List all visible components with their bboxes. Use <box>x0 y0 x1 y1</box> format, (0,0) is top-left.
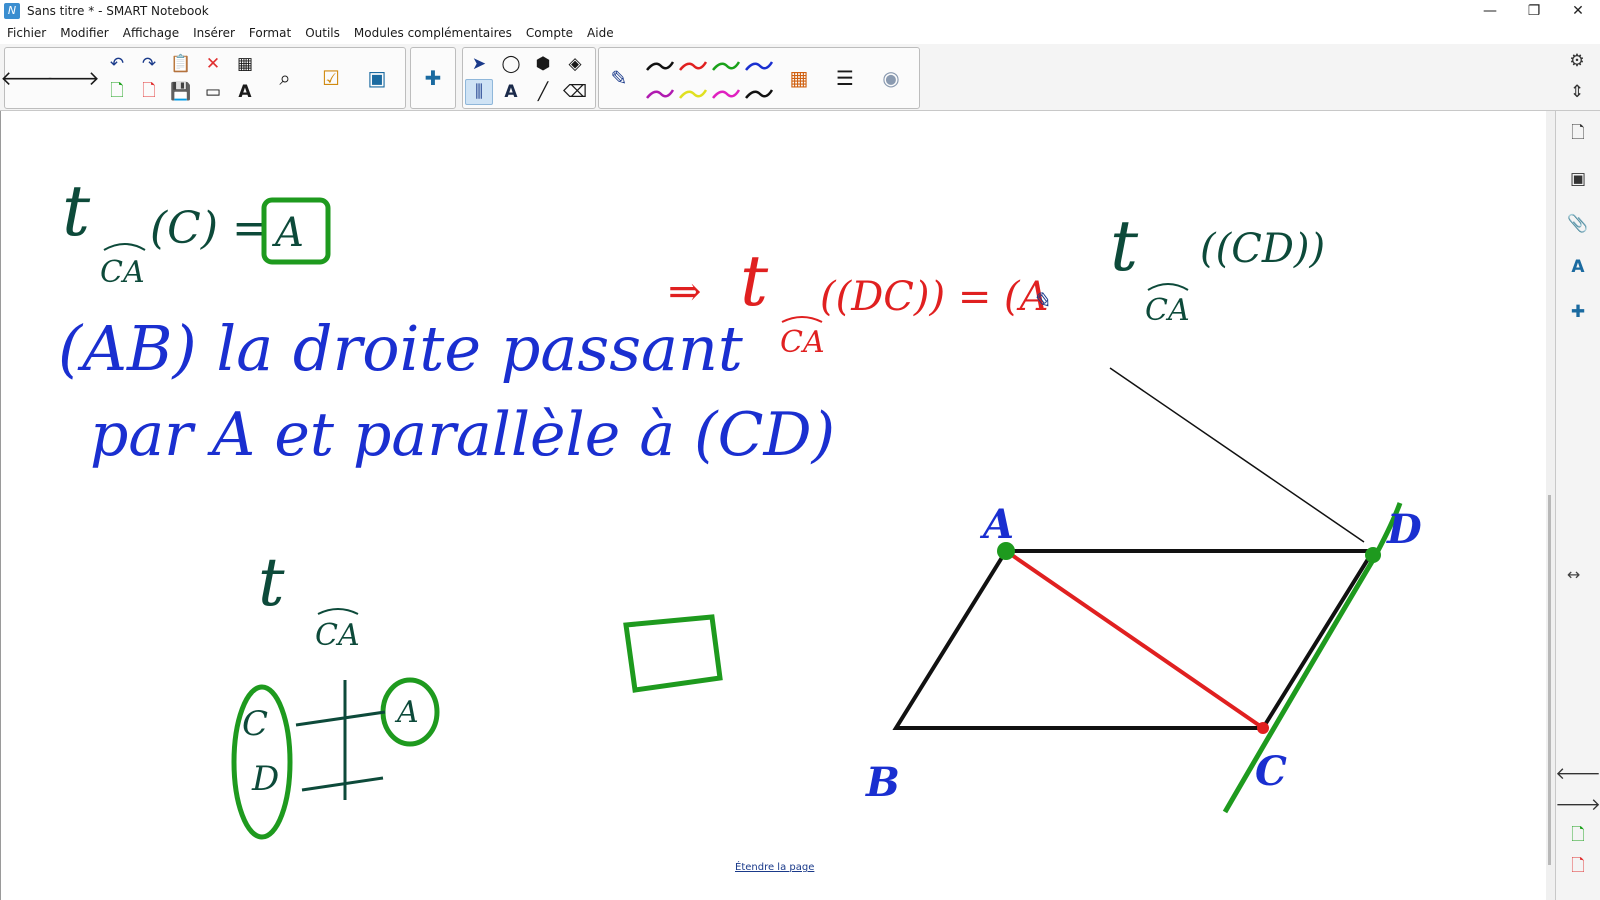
hw-red-rest: ((DC)) = (A <box>820 274 1049 320</box>
sidebar-resize-icon[interactable]: ↔ <box>1567 565 1580 584</box>
hw-set-d: D <box>251 759 279 799</box>
page-sorter-icon[interactable]: 🗋 <box>1563 119 1593 149</box>
label-a: A <box>979 501 1014 548</box>
sidebar-top: ⚙ ⇕ <box>1555 44 1600 110</box>
sidebar-delete-page-icon[interactable]: 🗋 <box>1563 852 1593 882</box>
point-d-dot <box>1365 547 1381 563</box>
move-toolbar-icon[interactable]: ⇕ <box>1562 77 1592 107</box>
hw-set-a: A <box>394 695 419 730</box>
sidebar-addons-icon[interactable]: ✚ <box>1563 297 1593 327</box>
hw-rest-1: (C) = <box>150 203 269 254</box>
hw-red-t: t <box>740 240 769 322</box>
ink-layer: t CA (C) = A (AB) la droite passant par … <box>58 170 1422 840</box>
hw-green-rectangle <box>623 614 723 693</box>
hw-diag-sub: CA <box>315 618 360 653</box>
hw-mapping-arrows <box>295 680 386 800</box>
settings-icon[interactable]: ⚙ <box>1562 46 1592 76</box>
hw-boxed-a: A <box>271 210 304 256</box>
hw-right-sub: CA <box>1145 293 1190 328</box>
properties-icon[interactable]: A <box>1563 252 1593 282</box>
hw-set-c: C <box>242 704 268 744</box>
hw-right-rest: ((CD)) <box>1200 226 1325 272</box>
hw-diag-vec-arrow <box>317 608 359 615</box>
close-button[interactable]: ✕ <box>1556 0 1600 22</box>
hw-right-vec-arrow <box>1147 283 1189 291</box>
label-b: B <box>865 759 900 806</box>
hw-sub-1: CA <box>100 255 145 290</box>
previous-page-icon[interactable]: 🡐 <box>1555 759 1600 789</box>
hw-red-vec-arrow <box>781 316 823 323</box>
hw-line-2: (AB) la droite passant <box>58 312 743 385</box>
hw-diag-t: t <box>258 544 285 621</box>
hw-line-3: par A et parallèle à (CD) <box>90 400 835 470</box>
add-page-icon[interactable]: 🗋 <box>1563 821 1593 851</box>
hw-red-sub: CA <box>780 325 825 360</box>
next-page-icon[interactable]: 🡒 <box>1555 790 1600 820</box>
right-sidebar: 🗋 ▣ 📎 A ✚ 🡐 🡒 🗋 🗋 <box>1555 111 1600 900</box>
vertical-scrollbar[interactable] <box>1548 495 1551 865</box>
hw-red-arrow: ⇒ <box>668 269 702 315</box>
hw-t-1: t <box>62 170 91 252</box>
label-d: D <box>1386 506 1422 553</box>
hw-right-t: t <box>1110 205 1139 287</box>
pen-cursor-icon: ✎ <box>1032 289 1050 314</box>
point-c-dot <box>1257 722 1269 734</box>
attachments-icon[interactable]: 📎 <box>1563 209 1593 239</box>
segment-ac <box>1004 549 1265 730</box>
hw-arrow-1 <box>103 243 146 251</box>
gallery-icon[interactable]: ▣ <box>1563 164 1593 194</box>
label-c: C <box>1255 748 1287 795</box>
drawn-thin-line <box>1109 367 1365 543</box>
